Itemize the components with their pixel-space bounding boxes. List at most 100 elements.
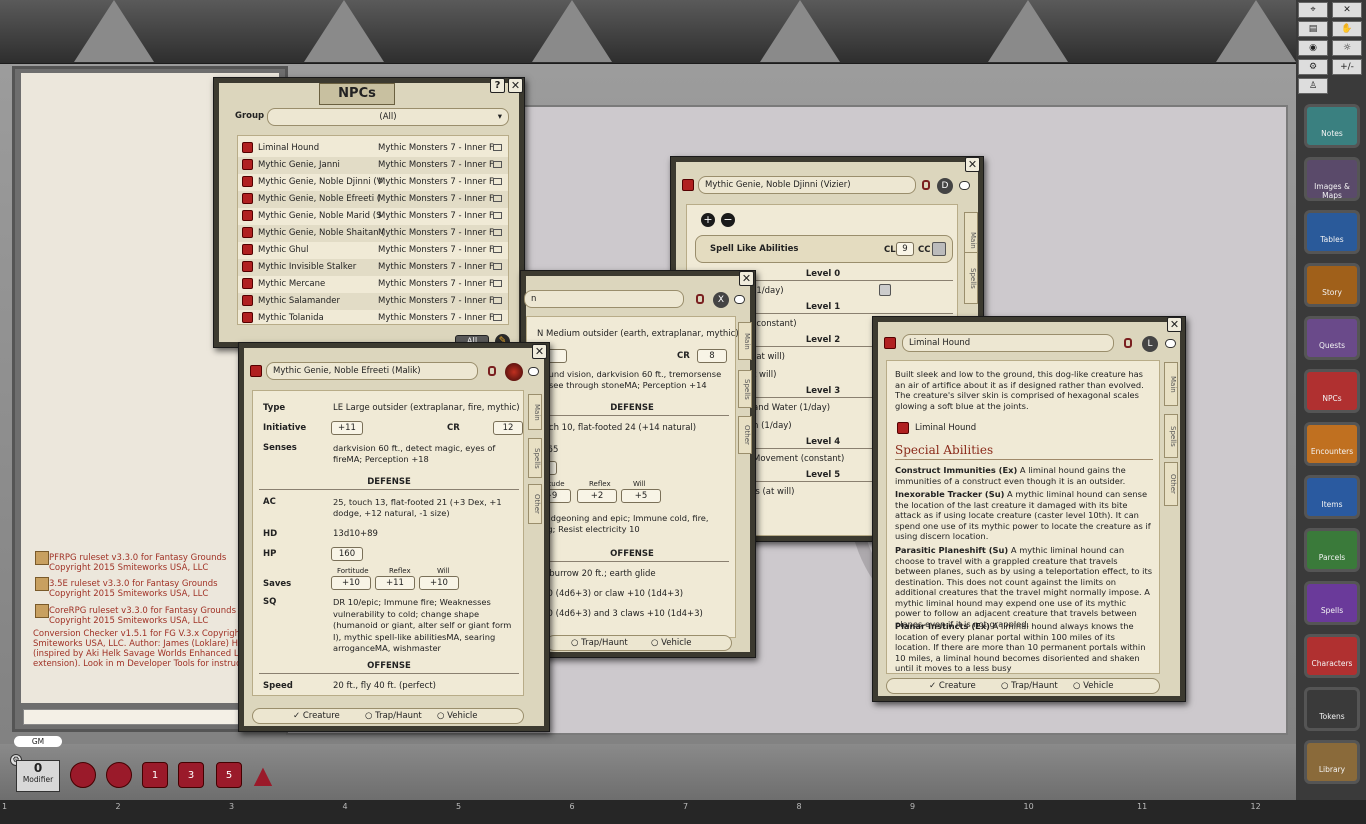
book-icon[interactable] xyxy=(493,280,502,287)
hand-icon[interactable]: ✋ xyxy=(1332,21,1362,37)
lock-icon[interactable] xyxy=(488,366,496,376)
radio-trap[interactable]: ○ Trap/Haunt xyxy=(1001,681,1058,691)
npc-name-field[interactable]: Mythic Genie, Noble Djinni (Vizier) xyxy=(698,176,916,194)
d10-dice[interactable]: 1 xyxy=(142,762,168,788)
book-icon[interactable] xyxy=(493,246,502,253)
npc-name-field[interactable]: n xyxy=(524,290,684,308)
sidebar-button-story[interactable]: Story xyxy=(1304,263,1360,307)
sidebar-button-images-maps[interactable]: Images & Maps xyxy=(1304,157,1360,201)
book-icon[interactable] xyxy=(493,314,502,321)
cast-button[interactable] xyxy=(879,284,891,296)
sidebar-button-tokens[interactable]: Tokens xyxy=(1304,687,1360,731)
d12-dice[interactable] xyxy=(106,762,132,788)
npc-list-item[interactable]: Mythic Mercane Mythic Monsters 7 - Inner … xyxy=(238,276,508,293)
tab-other[interactable]: Other xyxy=(528,484,542,524)
book-icon[interactable] xyxy=(493,195,502,202)
cr-field[interactable]: 12 xyxy=(493,421,523,435)
options-icon[interactable]: ▤ xyxy=(1298,21,1328,37)
close-icon[interactable]: ✕ xyxy=(1332,2,1362,18)
fort-field[interactable]: +10 xyxy=(331,576,371,590)
d20-dice[interactable] xyxy=(70,762,96,788)
radio-vehicle[interactable]: ○ Vehicle xyxy=(1073,681,1114,691)
id-badge[interactable]: L xyxy=(1142,336,1158,352)
tab-other[interactable]: Other xyxy=(738,416,752,454)
close-button[interactable]: ✕ xyxy=(532,344,547,359)
radio-creature[interactable]: ✓ Creature xyxy=(293,711,340,721)
d8-dice[interactable]: 3 xyxy=(178,762,204,788)
camera-icon[interactable]: ◉ xyxy=(1298,40,1328,56)
light-icon[interactable]: ☼ xyxy=(1332,40,1362,56)
tab-other[interactable]: Other xyxy=(1164,462,1178,506)
remove-icon[interactable]: − xyxy=(721,213,735,227)
modifier-button[interactable]: +/- xyxy=(1332,59,1362,75)
npc-list-item[interactable]: Mythic Invisible Stalker Mythic Monsters … xyxy=(238,259,508,276)
sidebar-button-characters[interactable]: Characters xyxy=(1304,634,1360,678)
tab-main[interactable]: Main xyxy=(738,322,752,360)
pointer-icon[interactable]: ⌖ xyxy=(1298,2,1328,18)
speech-bubble-icon[interactable] xyxy=(1165,339,1176,348)
sidebar-button-library[interactable]: Library xyxy=(1304,740,1360,784)
close-button[interactable]: ✕ xyxy=(508,78,523,93)
radio-vehicle[interactable]: ○ Vehicle xyxy=(651,638,692,648)
lock-icon[interactable] xyxy=(1124,338,1132,348)
ref-field[interactable]: +2 xyxy=(577,489,617,503)
npc-list-item[interactable]: Mythic Genie, Janni Mythic Monsters 7 - I… xyxy=(238,157,508,174)
tab-main[interactable]: Main xyxy=(1164,362,1178,406)
book-icon[interactable] xyxy=(493,297,502,304)
book-icon[interactable] xyxy=(493,144,502,151)
sidebar-button-parcels[interactable]: Parcels xyxy=(1304,528,1360,572)
speech-bubble-icon[interactable] xyxy=(959,181,970,190)
init-field[interactable]: +11 xyxy=(331,421,363,435)
cr-field[interactable]: 8 xyxy=(697,349,727,363)
id-badge[interactable]: D xyxy=(937,178,953,194)
lock-icon[interactable] xyxy=(922,180,930,190)
ref-field[interactable]: +11 xyxy=(375,576,415,590)
sidebar-button-tables[interactable]: Tables xyxy=(1304,210,1360,254)
radio-trap[interactable]: ○ Trap/Haunt xyxy=(571,638,628,648)
close-button[interactable]: ✕ xyxy=(965,157,980,172)
close-button[interactable]: ✕ xyxy=(1167,317,1182,332)
tab-spells[interactable]: Spells xyxy=(1164,414,1178,458)
npc-list-item[interactable]: Mythic Genie, Noble Djinni (V Mythic Mons… xyxy=(238,174,508,191)
npc-list-item[interactable]: Mythic Tolanida Mythic Monsters 7 - Inner… xyxy=(238,310,508,324)
will-field[interactable]: +10 xyxy=(419,576,459,590)
npc-list-item[interactable]: Mythic Genie, Noble Marid (S Mythic Monst… xyxy=(238,208,508,225)
help-button[interactable]: ? xyxy=(490,78,505,93)
npc-list-item[interactable]: Mythic Salamander Mythic Monsters 7 - Inn… xyxy=(238,293,508,310)
book-icon[interactable] xyxy=(493,229,502,236)
person-icon[interactable]: ♙ xyxy=(1298,78,1328,94)
tab-spells[interactable]: Spells xyxy=(528,438,542,478)
token-portrait[interactable] xyxy=(505,363,523,381)
cc-button[interactable] xyxy=(932,242,946,256)
sidebar-button-quests[interactable]: Quests xyxy=(1304,316,1360,360)
npc-list-item[interactable]: Mythic Genie, Noble Shaitan (Mythic Mons… xyxy=(238,225,508,242)
close-button[interactable]: ✕ xyxy=(739,271,754,286)
npc-list-item[interactable]: Mythic Ghul Mythic Monsters 7 - Inner F xyxy=(238,242,508,259)
radio-creature[interactable]: ✓ Creature xyxy=(929,681,976,691)
book-icon[interactable] xyxy=(493,161,502,168)
npc-name-field[interactable]: Mythic Genie, Noble Efreeti (Malik) xyxy=(266,362,478,380)
npc-list-item[interactable]: Liminal Hound Mythic Monsters 7 - Inner F xyxy=(238,140,508,157)
sidebar-button-notes[interactable]: Notes xyxy=(1304,104,1360,148)
add-icon[interactable]: + xyxy=(701,213,715,227)
d6-dice[interactable]: 5 xyxy=(216,762,242,788)
tab-spells[interactable]: Spells xyxy=(738,370,752,408)
book-icon[interactable] xyxy=(493,178,502,185)
group-select[interactable]: (All) ▾ xyxy=(267,108,509,126)
tab-main[interactable]: Main xyxy=(528,394,542,430)
tab-spells[interactable]: Spells xyxy=(964,252,978,304)
radio-trap[interactable]: ○ Trap/Haunt xyxy=(365,711,422,721)
id-badge[interactable]: X xyxy=(713,292,729,308)
cl-field[interactable]: 9 xyxy=(896,242,914,256)
sidebar-button-spells[interactable]: Spells xyxy=(1304,581,1360,625)
settings-icon[interactable]: ⚙ xyxy=(1298,59,1328,75)
radio-vehicle[interactable]: ○ Vehicle xyxy=(437,711,478,721)
book-icon[interactable] xyxy=(493,212,502,219)
hp-field[interactable]: 160 xyxy=(331,547,363,561)
npc-link-icon[interactable] xyxy=(897,422,909,434)
will-field[interactable]: +5 xyxy=(621,489,661,503)
lock-icon[interactable] xyxy=(696,294,704,304)
sidebar-button-encounters[interactable]: Encounters xyxy=(1304,422,1360,466)
speech-bubble-icon[interactable] xyxy=(528,367,539,376)
sidebar-button-items[interactable]: Items xyxy=(1304,475,1360,519)
